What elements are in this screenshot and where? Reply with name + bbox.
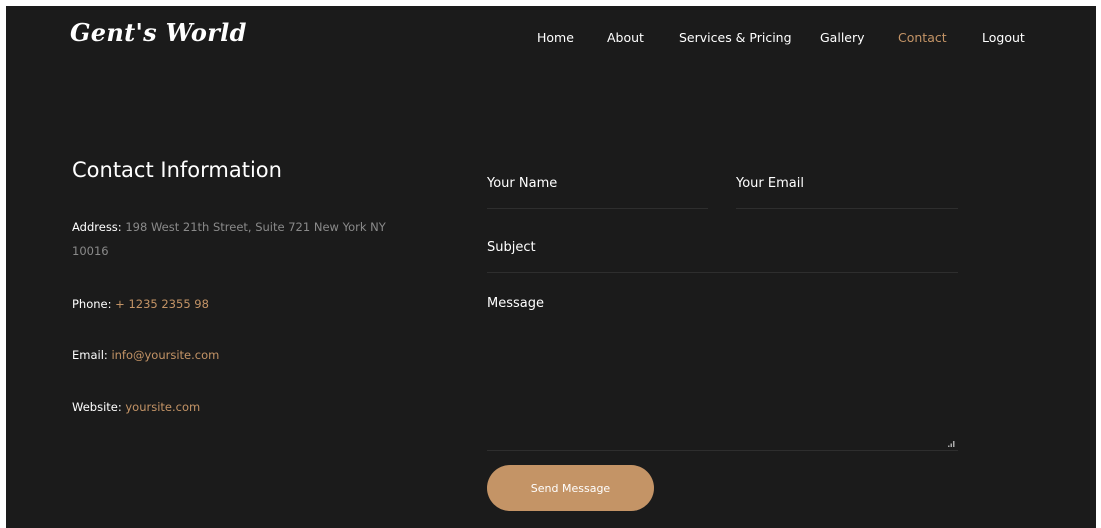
email-link[interactable]: info@yoursite.com [111,348,219,362]
resize-grip-icon[interactable] [948,440,956,448]
subject-field[interactable]: Subject [487,240,536,255]
your-email-underline [736,208,958,209]
contact-info-title: Contact Information [72,158,282,182]
send-message-button[interactable]: Send Message [487,465,654,511]
phone-link[interactable]: + 1235 2355 98 [115,297,209,311]
website-row: Website: yoursite.com [72,395,392,419]
phone-label: Phone: [72,297,112,311]
email-row: Email: info@yoursite.com [72,343,392,367]
website-link[interactable]: yoursite.com [125,400,200,414]
phone-row: Phone: + 1235 2355 98 [72,292,392,316]
nav-contact[interactable]: Contact [898,30,947,45]
message-field[interactable]: Message [487,296,544,311]
your-name-field[interactable]: Your Name [487,176,557,191]
address-label: Address: [72,220,122,234]
address-row: Address: 198 West 21th Street, Suite 721… [72,215,392,263]
nav-gallery[interactable]: Gallery [820,30,865,45]
nav-about[interactable]: About [607,30,644,45]
your-email-field[interactable]: Your Email [736,176,804,191]
website-label: Website: [72,400,122,414]
nav-logout[interactable]: Logout [982,30,1025,45]
subject-underline [487,272,958,273]
nav-services-pricing[interactable]: Services & Pricing [679,30,792,45]
email-label: Email: [72,348,108,362]
nav-home[interactable]: Home [537,30,574,45]
main-nav: Home About Services & Pricing Gallery Co… [6,30,1096,50]
your-name-underline [487,208,708,209]
message-underline [487,450,958,451]
contact-page: Gent's World Home About Services & Prici… [6,6,1096,528]
